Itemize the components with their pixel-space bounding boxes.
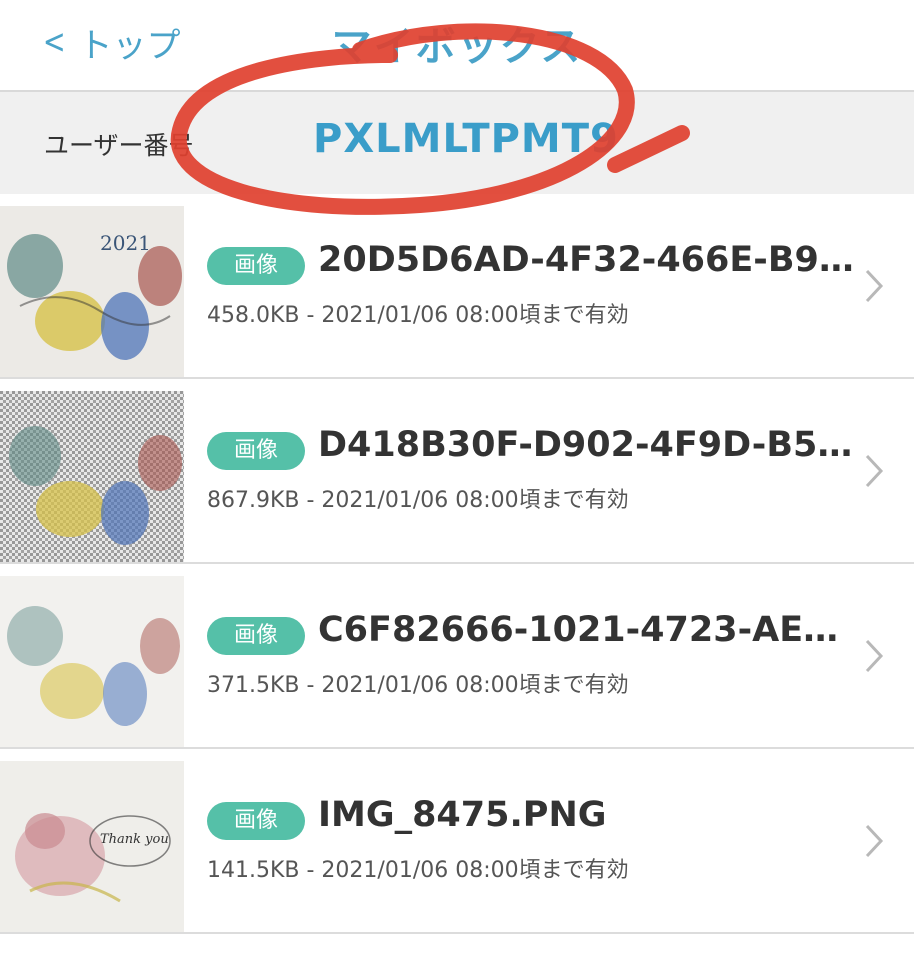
file-name: D418B30F-D902-4F9D-B5… (318, 425, 853, 465)
list-item[interactable]: 2021 画像 20D5D6AD-4F32-466E-B9… 458.0KB -… (0, 194, 914, 379)
file-name: 20D5D6AD-4F32-466E-B9… (318, 240, 854, 280)
file-name: IMG_8475.PNG (318, 795, 607, 835)
image-badge: 画像 (207, 617, 305, 655)
list-item[interactable]: 画像 C6F82666-1021-4723-AE… 371.5KB - 2021… (0, 564, 914, 749)
file-meta: 141.5KB - 2021/01/06 08:00頃まで有効 (207, 858, 629, 883)
thumbnail-image (0, 391, 184, 563)
thumbnail-image: 2021 (0, 206, 184, 378)
chevron-right-icon (865, 269, 884, 303)
svg-text:2021: 2021 (100, 231, 151, 255)
file-meta: 458.0KB - 2021/01/06 08:00頃まで有効 (207, 303, 629, 328)
image-badge: 画像 (207, 802, 305, 840)
user-number-bar: ユーザー番号 PXLMLTPMT9 (0, 90, 914, 196)
chevron-right-icon (865, 639, 884, 673)
nav-bar: < トップ マイボックス (0, 0, 914, 90)
file-name: C6F82666-1021-4723-AE… (318, 610, 839, 650)
svg-text:Thank you: Thank you (100, 832, 169, 847)
user-number-value: PXLMLTPMT9 (313, 116, 619, 162)
page-title: マイボックス (331, 24, 583, 70)
chevron-right-icon (865, 454, 884, 488)
user-number-label: ユーザー番号 (44, 131, 194, 160)
list-item[interactable]: Thank you 画像 IMG_8475.PNG 141.5KB - 2021… (0, 749, 914, 934)
chevron-right-icon (865, 824, 884, 858)
image-badge: 画像 (207, 432, 305, 470)
file-meta: 371.5KB - 2021/01/06 08:00頃まで有効 (207, 673, 629, 698)
file-list: 2021 画像 20D5D6AD-4F32-466E-B9… 458.0KB -… (0, 194, 914, 934)
list-item[interactable]: 画像 D418B30F-D902-4F9D-B5… 867.9KB - 2021… (0, 379, 914, 564)
image-badge: 画像 (207, 247, 305, 285)
file-meta: 867.9KB - 2021/01/06 08:00頃まで有効 (207, 488, 629, 513)
thumbnail-image: Thank you (0, 761, 184, 933)
thumbnail-image (0, 576, 184, 748)
